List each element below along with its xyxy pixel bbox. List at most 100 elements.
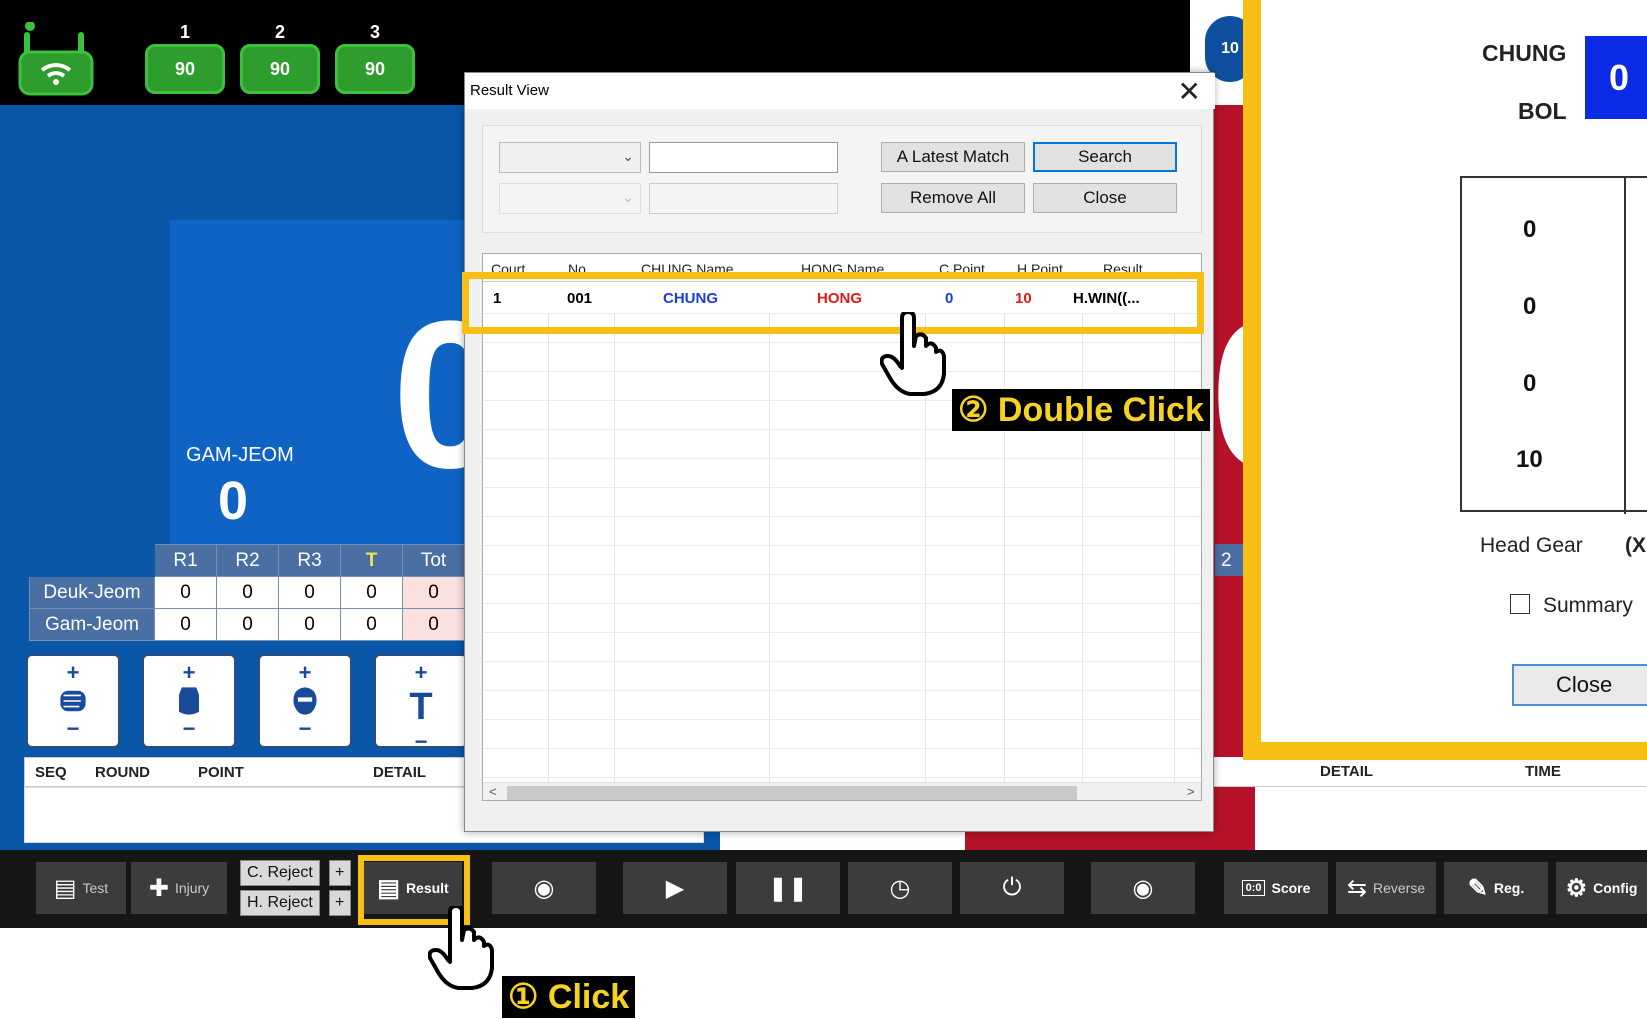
remove-all-button[interactable]: Remove All — [881, 183, 1025, 213]
result-view-dialog: Result View ✕ ⌄ ⌄ A Latest Match Search … — [464, 72, 1215, 832]
test-button[interactable]: ▤ Test — [36, 862, 126, 914]
cell: 0 — [278, 608, 341, 641]
gam-jeom-value: 0 — [218, 471, 249, 531]
empty-row — [483, 546, 1201, 575]
h-reject-plus-button[interactable]: + — [329, 890, 351, 916]
h-reject-button[interactable]: H. Reject — [240, 890, 320, 916]
row-highlight-frame — [462, 272, 1204, 334]
c-reject-button[interactable]: C. Reject — [240, 860, 320, 886]
cell: 0 — [154, 576, 217, 609]
clock-icon: ◷ — [889, 874, 911, 902]
step-2-annotation: ② Double Click — [952, 389, 1210, 431]
hand-pointer-icon — [428, 906, 494, 990]
search-input[interactable] — [649, 142, 838, 173]
edit-icon: ✎ — [1467, 874, 1488, 902]
court-select[interactable]: ⌄ — [499, 142, 641, 173]
summary-label: Summary — [1543, 594, 1633, 617]
result-close-button[interactable]: Close — [1512, 664, 1647, 706]
head-gear-value: (X — [1625, 534, 1646, 557]
reverse-label: Reverse — [1372, 880, 1426, 896]
config-button[interactable]: ⚙ Config — [1556, 862, 1647, 914]
horizontal-scrollbar[interactable]: < > — [483, 782, 1201, 800]
close-button[interactable]: Close — [1033, 183, 1177, 213]
pause-button[interactable]: ❚❚ — [736, 862, 840, 914]
hong-video-button[interactable]: ◉ — [1091, 862, 1195, 914]
minus-label: − — [66, 716, 80, 741]
secondary-select[interactable]: ⌄ — [499, 183, 641, 214]
head-gear-label: Head Gear — [1480, 534, 1583, 557]
sensor-2-number: 2 — [274, 22, 285, 42]
col-r3: R3 — [278, 544, 341, 577]
reg-button[interactable]: ✎ Reg. — [1444, 862, 1548, 914]
chung-name: CHUNG — [1482, 40, 1567, 66]
reverse-button[interactable]: ⇆ Reverse — [1336, 862, 1436, 914]
step-1-annotation: ① Click — [502, 976, 636, 1018]
score-value: 0 — [1523, 370, 1537, 397]
gam-jeom-label: GAM-JEOM — [186, 444, 294, 466]
config-label: Config — [1593, 880, 1638, 896]
sensor-3-battery: 90 — [335, 44, 415, 94]
score-button[interactable]: 0:0 Score — [1224, 862, 1328, 914]
injury-label: Injury — [174, 880, 210, 896]
score-label: Score — [1271, 880, 1311, 896]
summary-checkbox[interactable] — [1510, 594, 1530, 614]
empty-row — [483, 749, 1201, 778]
empty-row — [483, 604, 1201, 633]
play-button[interactable]: ▶ — [623, 862, 727, 914]
empty-row — [483, 430, 1201, 459]
body-point-button[interactable]: + − — [142, 654, 236, 748]
scrollbar-thumb[interactable] — [507, 786, 1077, 800]
empty-row — [483, 720, 1201, 749]
head-point-button[interactable]: + − — [258, 654, 352, 748]
cell: 0 — [154, 608, 217, 641]
empty-row — [483, 662, 1201, 691]
cell: 0 — [216, 608, 279, 641]
cell: 0 — [340, 576, 403, 609]
col-r1: R1 — [154, 544, 217, 577]
c-reject-plus-button[interactable]: + — [329, 860, 351, 886]
punch-point-button[interactable]: + − — [26, 654, 120, 748]
close-icon[interactable]: ✕ — [1178, 75, 1201, 108]
chevron-down-icon: ⌄ — [622, 189, 634, 205]
search-group: ⌄ ⌄ A Latest Match Search Remove All Clo… — [482, 125, 1202, 233]
cell: 0 — [216, 576, 279, 609]
search-button[interactable]: Search — [1033, 142, 1177, 172]
power-button[interactable]: ⏻ — [960, 862, 1064, 914]
wifi-router-icon — [18, 22, 94, 96]
sensor-1-battery: 90 — [145, 44, 225, 94]
highlight-frame-bottom — [1243, 742, 1647, 760]
plus-label: + — [298, 660, 312, 685]
minus-label: − — [414, 729, 428, 754]
dialog-title: Result View — [470, 82, 549, 99]
clipboard-icon: ▤ — [53, 874, 77, 902]
empty-row — [483, 343, 1201, 372]
plus-label: + — [414, 660, 428, 685]
injury-button[interactable]: ✚ Injury — [131, 862, 227, 914]
scroll-right-arrow[interactable]: > — [1187, 784, 1195, 799]
plus-label: + — [66, 660, 80, 685]
chevron-down-icon: ⌄ — [622, 148, 634, 164]
log-header-right: DETAIL TIME — [1210, 757, 1647, 787]
cell: 0 — [278, 576, 341, 609]
score-value: 10 — [1516, 446, 1543, 473]
timer-button[interactable]: ◷ — [848, 862, 952, 914]
cell-total: 0 — [402, 608, 465, 641]
results-grid: Court No CHUNG Name HONG Name C.Point H.… — [482, 253, 1202, 801]
empty-row — [483, 633, 1201, 662]
cell: 0 — [340, 608, 403, 641]
gear-icon: ⚙ — [1565, 874, 1588, 902]
secondary-input[interactable] — [649, 183, 838, 214]
technical-point-button[interactable]: + T − — [374, 654, 468, 754]
head-gear-icon — [293, 687, 317, 715]
score-value: 0 — [1523, 216, 1537, 243]
table-corner — [30, 545, 155, 577]
minus-label: − — [298, 716, 312, 741]
scroll-left-arrow[interactable]: < — [489, 784, 497, 799]
chung-video-button[interactable]: ◉ — [492, 862, 596, 914]
technical-icon: T — [409, 686, 433, 728]
col-detail-right: DETAIL — [1320, 763, 1374, 780]
test-label: Test — [82, 880, 109, 896]
video-camera-h-icon: ◉ — [1132, 874, 1154, 902]
score-detail-box — [1460, 176, 1647, 514]
latest-match-button[interactable]: A Latest Match — [881, 142, 1025, 172]
